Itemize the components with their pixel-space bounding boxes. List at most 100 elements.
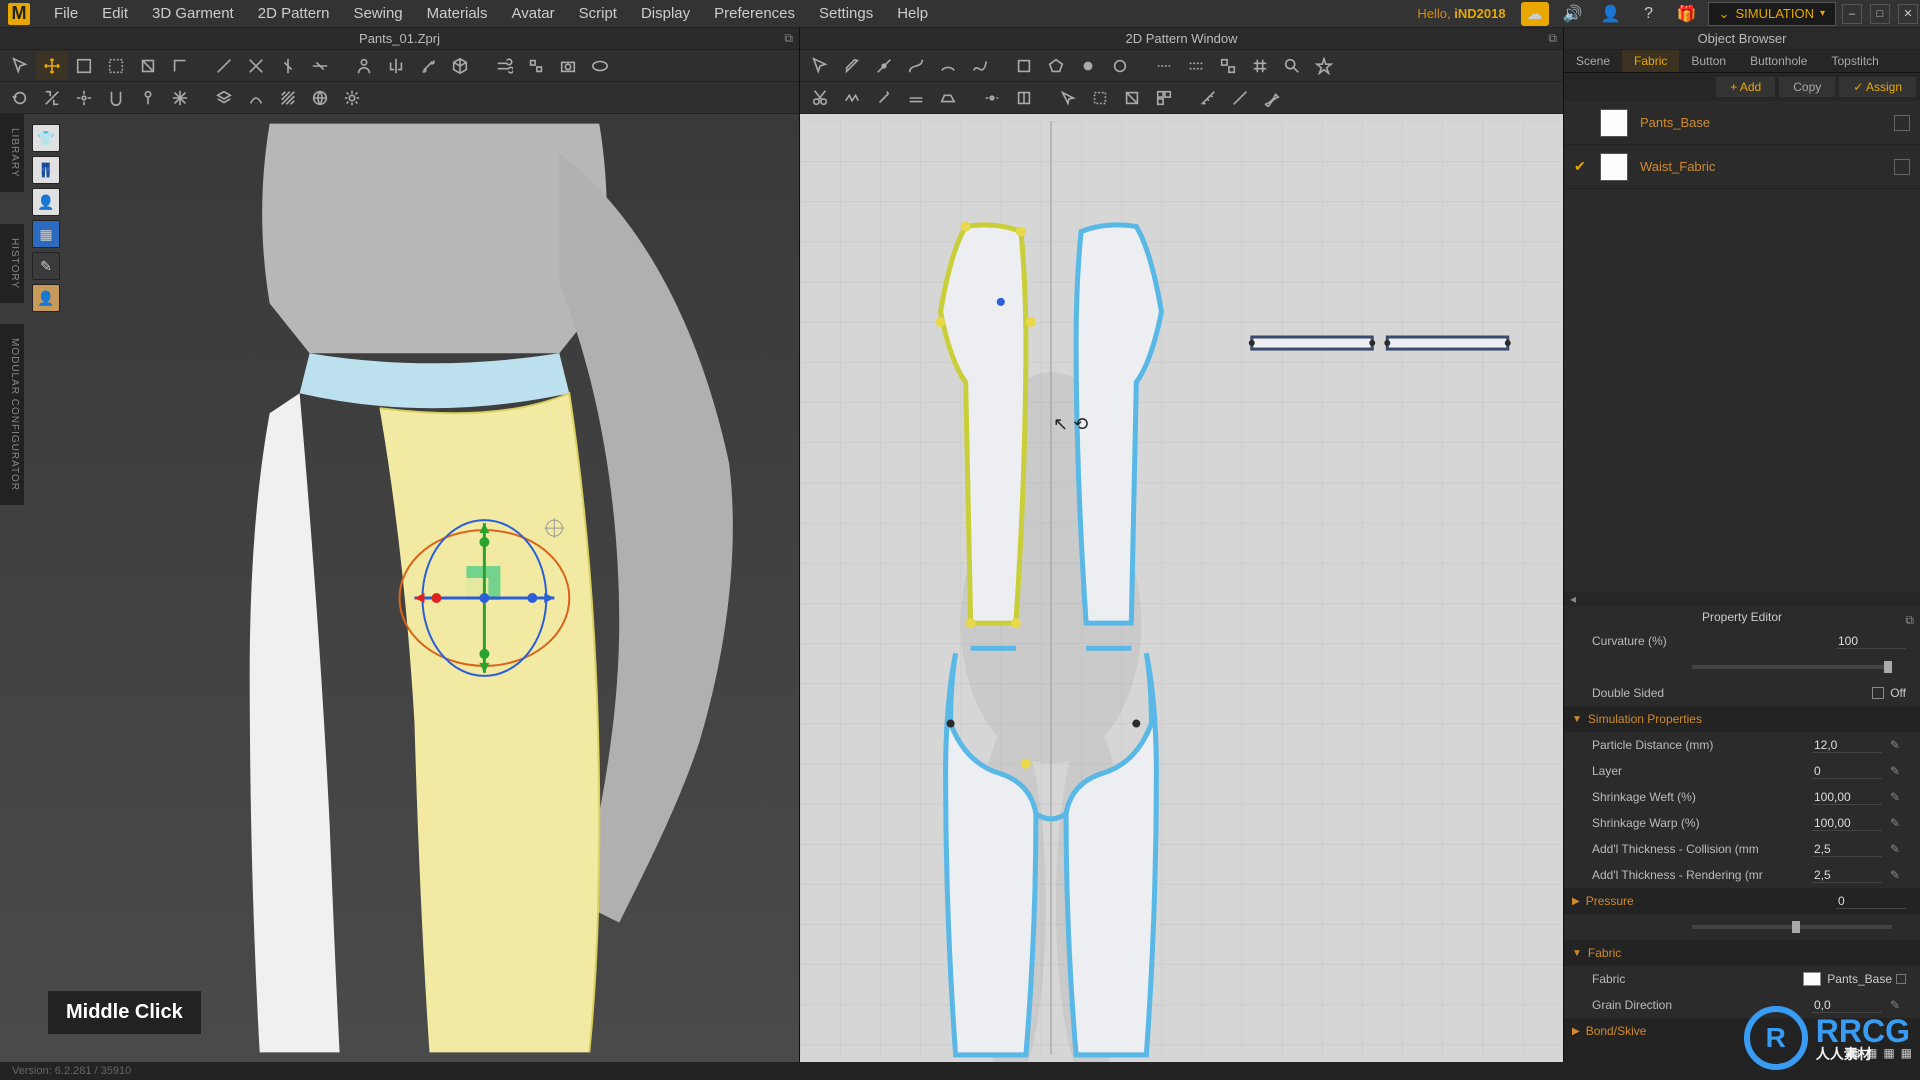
menu-materials[interactable]: Materials (417, 1, 498, 26)
shape-poly-icon[interactable] (1040, 52, 1072, 80)
speaker-icon[interactable]: 🔊 (1559, 2, 1587, 26)
tool-select-lasso-icon[interactable] (100, 52, 132, 80)
pressure-slider[interactable] (1692, 925, 1892, 929)
menu-sewing[interactable]: Sewing (343, 1, 412, 26)
curvature-slider[interactable] (1692, 665, 1892, 669)
viewport-3d[interactable]: LIBRARY HISTORY MODULAR CONFIGURATOR 👕 👖… (0, 114, 799, 1062)
tool-select-rect-icon[interactable] (68, 52, 100, 80)
tab-button[interactable]: Button (1679, 50, 1738, 72)
gift-icon[interactable]: 🎁 (1673, 2, 1701, 26)
dropdown-icon[interactable] (1896, 974, 1906, 984)
tool-scale-icon[interactable] (36, 84, 68, 112)
menu-settings[interactable]: Settings (809, 1, 883, 26)
shape-rect-icon[interactable] (1008, 52, 1040, 80)
tab-fabric[interactable]: Fabric (1622, 50, 1679, 72)
fabric-item-pants-base[interactable]: Pants_Base (1564, 101, 1920, 145)
tool-pin-icon[interactable] (132, 84, 164, 112)
tab-buttonhole[interactable]: Buttonhole (1738, 50, 1819, 72)
menu-script[interactable]: Script (569, 1, 627, 26)
cut-icon[interactable] (804, 84, 836, 112)
tool-face-icon[interactable] (240, 52, 272, 80)
menu-avatar[interactable]: Avatar (502, 1, 565, 26)
sel2-icon[interactable] (1116, 84, 1148, 112)
layer-input[interactable]: 0 (1812, 764, 1882, 779)
popout-prop-icon[interactable]: ⧉ (1905, 609, 1914, 631)
pen-draw-icon[interactable] (836, 52, 868, 80)
popout-2d-icon[interactable]: ⧉ (1548, 31, 1557, 46)
lock-icon[interactable] (1894, 159, 1910, 175)
menu-display[interactable]: Display (631, 1, 700, 26)
tool-move-icon[interactable] (36, 52, 68, 80)
diag-icon[interactable] (1224, 84, 1256, 112)
help-icon[interactable]: ? (1635, 2, 1663, 26)
mode-avatar-icon[interactable]: 👤 (32, 188, 60, 216)
fabric-swatch[interactable] (1803, 972, 1821, 986)
pattern-icon[interactable] (1212, 52, 1244, 80)
section-simulation[interactable]: ▼Simulation Properties (1564, 706, 1920, 732)
menu-file[interactable]: File (44, 1, 88, 26)
mode-texture-icon[interactable]: ▦ (32, 220, 60, 248)
shr-weft-input[interactable]: 100,00 (1812, 790, 1882, 805)
pen-cursor-icon[interactable] (804, 52, 836, 80)
tool-snap-icon[interactable] (100, 84, 132, 112)
seam2-icon[interactable] (1180, 52, 1212, 80)
tool-avatar-icon[interactable] (348, 52, 380, 80)
menu-help[interactable]: Help (887, 1, 938, 26)
tool-gear-icon[interactable] (336, 84, 368, 112)
tool-layers-icon[interactable] (208, 84, 240, 112)
menu-edit[interactable]: Edit (92, 1, 138, 26)
tool-corner-icon[interactable] (164, 52, 196, 80)
mode-back-icon[interactable]: 👖 (32, 156, 60, 184)
stitch-icon[interactable] (836, 84, 868, 112)
double-sided-toggle[interactable] (1872, 687, 1884, 699)
side-tab-history[interactable]: HISTORY (0, 224, 24, 303)
tool-rotate-icon[interactable] (4, 84, 36, 112)
seam-edit-icon[interactable] (976, 84, 1008, 112)
window-minimize[interactable]: – (1842, 4, 1862, 24)
measure-icon[interactable] (1192, 84, 1224, 112)
zoom-icon[interactable] (1276, 52, 1308, 80)
star-icon[interactable] (1308, 52, 1340, 80)
pen2-icon[interactable] (1256, 84, 1288, 112)
add-button[interactable]: + Add (1716, 77, 1775, 97)
needle-icon[interactable] (868, 84, 900, 112)
menu-preferences[interactable]: Preferences (704, 1, 805, 26)
edit-icon[interactable]: ✎ (1890, 842, 1906, 856)
fold-2d-icon[interactable] (1008, 84, 1040, 112)
hem-icon[interactable] (900, 84, 932, 112)
copy-button[interactable]: Copy (1779, 77, 1835, 97)
tool-bone-icon[interactable] (412, 52, 444, 80)
edit-icon[interactable]: ✎ (1890, 764, 1906, 778)
tab-scene[interactable]: Scene (1564, 50, 1622, 72)
side-tab-library[interactable]: LIBRARY (0, 114, 24, 192)
assign-button[interactable]: ✓ Assign (1839, 77, 1916, 97)
menu-3d-garment[interactable]: 3D Garment (142, 1, 244, 26)
side-tab-modular[interactable]: MODULAR CONFIGURATOR (0, 324, 24, 505)
edit-icon[interactable]: ✎ (1890, 790, 1906, 804)
viewport-2d[interactable]: ↖ ⟲ (800, 114, 1563, 1062)
grid-icon[interactable] (1244, 52, 1276, 80)
pen-curve-icon[interactable] (900, 52, 932, 80)
seam-icon[interactable] (1148, 52, 1180, 80)
iron-icon[interactable] (932, 84, 964, 112)
sel1-icon[interactable] (1084, 84, 1116, 112)
section-fabric[interactable]: ▼Fabric (1564, 940, 1920, 966)
tool-mirror-icon[interactable] (380, 52, 412, 80)
lock-icon[interactable] (1894, 115, 1910, 131)
mode-front-icon[interactable]: 👕 (32, 124, 60, 152)
window-maximize[interactable]: □ (1870, 4, 1890, 24)
particle-input[interactable]: 12,0 (1812, 738, 1882, 753)
tool-wind-icon[interactable] (488, 52, 520, 80)
tool-edge-icon[interactable] (208, 52, 240, 80)
tab-topstitch[interactable]: Topstitch (1819, 50, 1890, 72)
coll-input[interactable]: 2,5 (1812, 842, 1882, 857)
mode-skin-icon[interactable]: 👤 (32, 284, 60, 312)
edit-icon[interactable]: ✎ (1890, 738, 1906, 752)
tool-cursor-icon[interactable] (4, 52, 36, 80)
pen-point-icon[interactable] (868, 52, 900, 80)
curvature-input[interactable]: 100 (1836, 634, 1906, 649)
pressure-input[interactable]: 0 (1836, 894, 1906, 909)
tool-globe-icon[interactable] (304, 84, 336, 112)
tool-ellipse-icon[interactable] (584, 52, 616, 80)
tool-freeze-icon[interactable] (164, 84, 196, 112)
